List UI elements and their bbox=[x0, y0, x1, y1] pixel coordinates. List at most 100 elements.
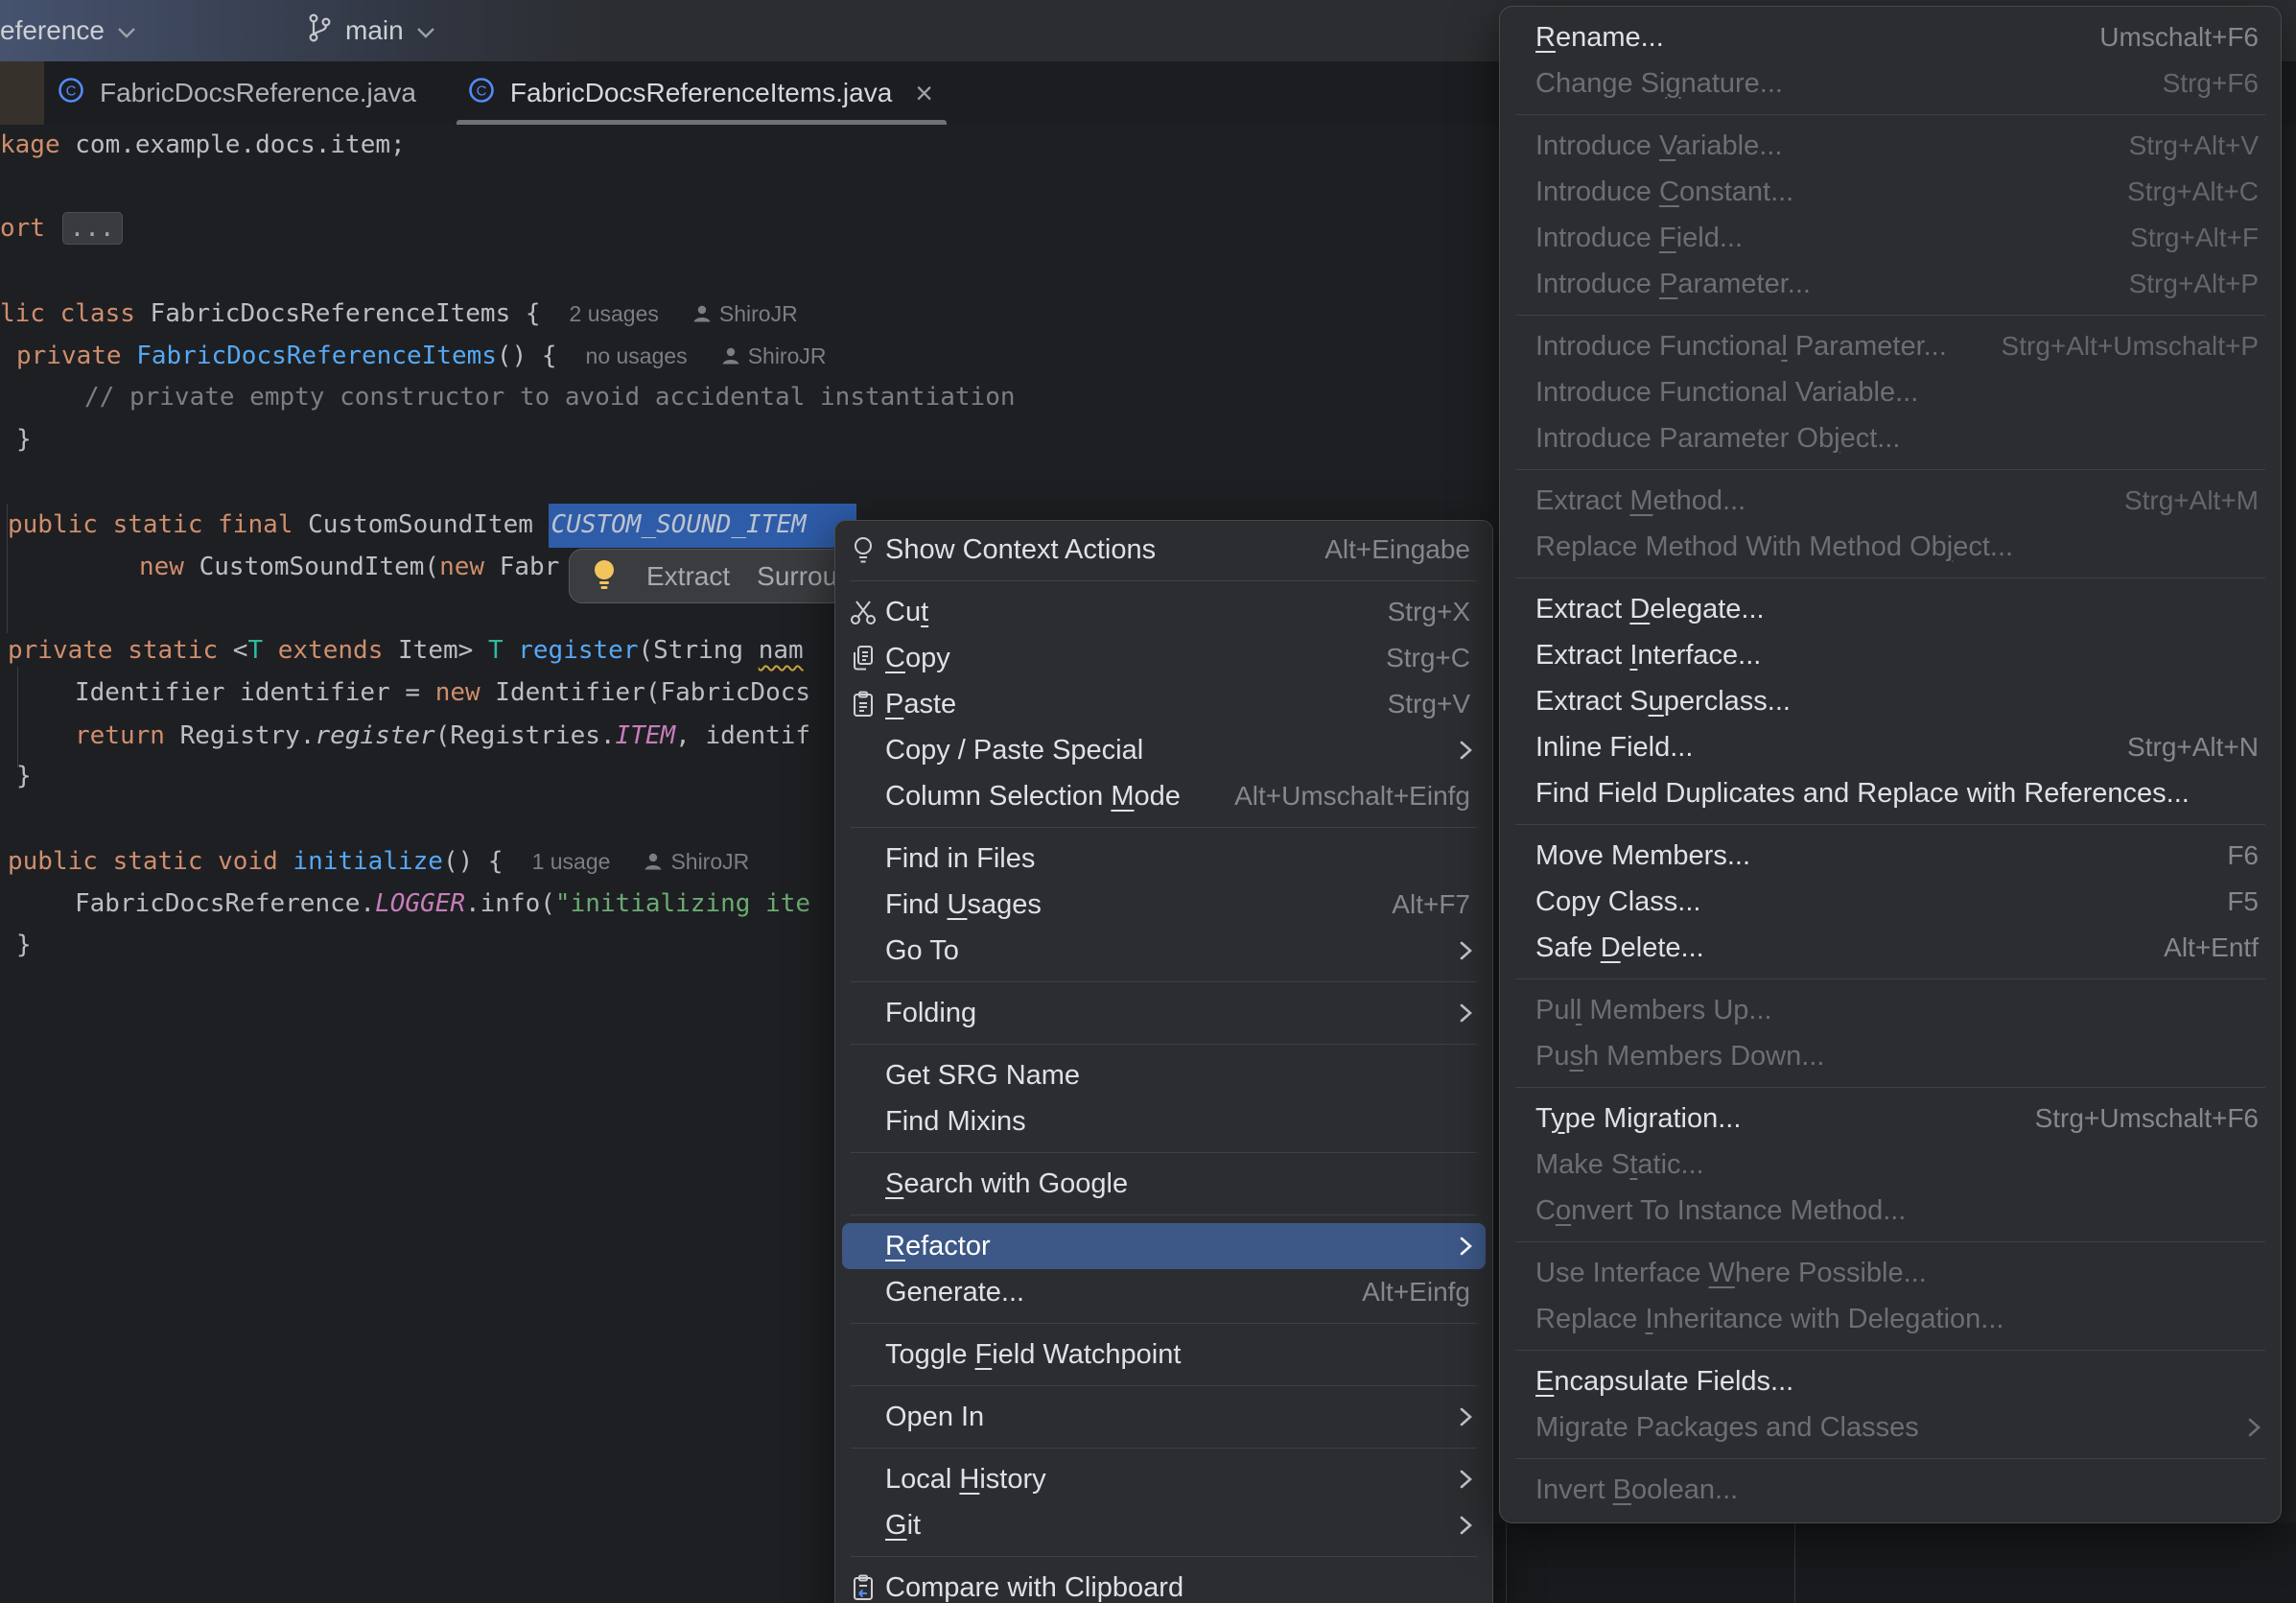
menu-item-copy[interactable]: CopyStrg+C bbox=[842, 635, 1486, 681]
code-token: new bbox=[435, 678, 480, 707]
menu-shortcut: Alt+Eingabe bbox=[1324, 534, 1486, 565]
menu-item-toggle-field-watchpoint[interactable]: Toggle Field Watchpoint bbox=[842, 1332, 1486, 1378]
code-line: } bbox=[16, 924, 32, 966]
menu-item-type-migration[interactable]: Type Migration...Strg+Umschalt+F6 bbox=[1507, 1096, 2274, 1142]
menu-item-introduce-functional-parameter[interactable]: Introduce Functional Parameter...Strg+Al… bbox=[1507, 323, 2274, 369]
menu-item-open-in[interactable]: Open In bbox=[842, 1394, 1486, 1440]
code-token: new bbox=[439, 553, 484, 581]
tab-fabricdocsreference-java[interactable]: CFabricDocsReference.java bbox=[44, 61, 455, 125]
menu-item-find-field-duplicates-and-replace-with-references[interactable]: Find Field Duplicates and Replace with R… bbox=[1507, 770, 2274, 816]
menu-item-invert-boolean[interactable]: Invert Boolean... bbox=[1507, 1467, 2274, 1513]
menu-item-encapsulate-fields[interactable]: Encapsulate Fields... bbox=[1507, 1358, 2274, 1404]
menu-item-move-members[interactable]: Move Members...F6 bbox=[1507, 833, 2274, 879]
menu-item-extract-superclass[interactable]: Extract Superclass... bbox=[1507, 678, 2274, 724]
menu-item-go-to[interactable]: Go To bbox=[842, 928, 1486, 974]
author-inlay-hint[interactable]: ShiroJR bbox=[720, 335, 827, 377]
menu-item-search-with-google[interactable]: Search with Google bbox=[842, 1161, 1486, 1207]
code-token: FabricDocsReferenceItems bbox=[122, 342, 497, 370]
menu-item-label: Introduce Functional Variable... bbox=[1507, 377, 1918, 409]
menu-item-copy-class[interactable]: Copy Class...F5 bbox=[1507, 879, 2274, 925]
menu-item-make-static[interactable]: Make Static... bbox=[1507, 1142, 2274, 1188]
menu-item-label: Compare with Clipboard bbox=[885, 1572, 1183, 1603]
menu-item-introduce-parameter-object[interactable]: Introduce Parameter Object... bbox=[1507, 415, 2274, 461]
menu-item-label: Find in Files bbox=[885, 843, 1035, 875]
author-inlay-hint[interactable]: ShiroJR bbox=[691, 293, 798, 335]
menu-item-extract-delegate[interactable]: Extract Delegate... bbox=[1507, 586, 2274, 632]
menu-item-use-interface-where-possible[interactable]: Use Interface Where Possible... bbox=[1507, 1250, 2274, 1296]
menu-item-copy-paste-special[interactable]: Copy / Paste Special bbox=[842, 727, 1486, 773]
tab-fabricdocsreferenceitems-java[interactable]: CFabricDocsReferenceItems.java× bbox=[455, 61, 949, 125]
menu-item-migrate-packages-and-classes[interactable]: Migrate Packages and Classes bbox=[1507, 1404, 2274, 1450]
menu-item-label: Copy bbox=[885, 643, 950, 674]
menu-item-find-usages[interactable]: Find UsagesAlt+F7 bbox=[842, 882, 1486, 928]
menu-item-paste[interactable]: PasteStrg+V bbox=[842, 681, 1486, 727]
author-name: ShiroJR bbox=[719, 293, 798, 335]
menu-item-pull-members-up[interactable]: Pull Members Up... bbox=[1507, 987, 2274, 1033]
menu-separator bbox=[851, 827, 1477, 828]
code-line: ort ... bbox=[0, 207, 123, 249]
menu-item-replace-method-with-method-object[interactable]: Replace Method With Method Object... bbox=[1507, 524, 2274, 570]
menu-item-label: Go To bbox=[885, 935, 959, 967]
git-branch-selector[interactable]: main bbox=[305, 0, 436, 61]
menu-item-label: Convert To Instance Method... bbox=[1507, 1195, 1906, 1227]
menu-item-introduce-variable[interactable]: Introduce Variable...Strg+Alt+V bbox=[1507, 123, 2274, 169]
menu-item-extract-interface[interactable]: Extract Interface... bbox=[1507, 632, 2274, 678]
menu-item-refactor[interactable]: Refactor bbox=[842, 1223, 1486, 1269]
menu-item-push-members-down[interactable]: Push Members Down... bbox=[1507, 1033, 2274, 1079]
menu-item-safe-delete[interactable]: Safe Delete... Alt+Entf bbox=[1507, 925, 2274, 971]
usages-inlay-hint[interactable]: no usages bbox=[586, 343, 688, 368]
menu-item-introduce-constant[interactable]: Introduce Constant...Strg+Alt+C bbox=[1507, 169, 2274, 215]
menu-item-local-history[interactable]: Local History bbox=[842, 1456, 1486, 1502]
project-selector[interactable]: eference bbox=[0, 0, 137, 61]
close-icon[interactable]: × bbox=[915, 78, 933, 108]
menu-item-inline-field[interactable]: Inline Field...Strg+Alt+N bbox=[1507, 724, 2274, 770]
menu-item-introduce-field[interactable]: Introduce Field...Strg+Alt+F bbox=[1507, 215, 2274, 261]
menu-item-get-srg-name[interactable]: Get SRG Name bbox=[842, 1052, 1486, 1098]
menu-item-compare-with-clipboard[interactable]: Compare with Clipboard bbox=[842, 1565, 1486, 1603]
menu-shortcut: Strg+Alt+V bbox=[2129, 130, 2274, 161]
menu-separator bbox=[1515, 114, 2265, 115]
menu-item-replace-inheritance-with-delegation[interactable]: Replace Inheritance with Delegation... bbox=[1507, 1296, 2274, 1342]
menu-item-label: Safe Delete... bbox=[1507, 932, 1704, 964]
menu-item-extract-method[interactable]: Extract Method...Strg+Alt+M bbox=[1507, 478, 2274, 524]
usages-inlay-hint[interactable]: 2 usages bbox=[570, 301, 659, 326]
menu-item-show-context-actions[interactable]: Show Context Actions Alt+Eingabe bbox=[842, 527, 1486, 573]
extract-button[interactable]: Extract bbox=[646, 561, 730, 592]
menu-separator bbox=[851, 1044, 1477, 1045]
menu-item-label: Local History bbox=[885, 1464, 1046, 1496]
menu-item-label: Extract Interface... bbox=[1507, 640, 1761, 672]
code-token: register bbox=[504, 636, 639, 665]
menu-item-folding[interactable]: Folding bbox=[842, 990, 1486, 1036]
menu-shortcut: Alt+Einfg bbox=[1362, 1277, 1486, 1308]
menu-item-git[interactable]: Git bbox=[842, 1502, 1486, 1548]
scissors-icon bbox=[842, 598, 885, 626]
code-token: private bbox=[16, 342, 122, 370]
menu-item-column-selection-mode[interactable]: Column Selection ModeAlt+Umschalt+Einfg bbox=[842, 773, 1486, 819]
menu-item-find-mixins[interactable]: Find Mixins bbox=[842, 1098, 1486, 1144]
usages-inlay-hint[interactable]: 1 usage bbox=[532, 849, 611, 874]
code-token: public static final bbox=[8, 510, 293, 539]
chevron-down-icon bbox=[415, 15, 436, 46]
menu-item-convert-to-instance-method[interactable]: Convert To Instance Method... bbox=[1507, 1188, 2274, 1234]
menu-item-label: Type Migration... bbox=[1507, 1103, 1741, 1135]
code-token: "initializing ite bbox=[555, 889, 810, 918]
folded-imports[interactable]: ... bbox=[62, 212, 123, 245]
code-line: Identifier identifier = new Identifier(F… bbox=[75, 672, 810, 714]
menu-item-generate[interactable]: Generate...Alt+Einfg bbox=[842, 1269, 1486, 1315]
intention-popup: Extract Surround bbox=[569, 549, 856, 603]
menu-item-introduce-functional-variable[interactable]: Introduce Functional Variable... bbox=[1507, 369, 2274, 415]
menu-shortcut: F5 bbox=[2227, 886, 2274, 917]
author-name: ShiroJR bbox=[748, 335, 827, 377]
menu-shortcut: Alt+Entf bbox=[2164, 932, 2274, 963]
menu-item-find-in-files[interactable]: Find in Files bbox=[842, 836, 1486, 882]
code-token: Item> bbox=[383, 636, 488, 665]
menu-item-label: Show Context Actions bbox=[885, 534, 1156, 566]
menu-item-cut[interactable]: CutStrg+X bbox=[842, 589, 1486, 635]
code-token: T bbox=[488, 636, 504, 665]
person-icon bbox=[691, 293, 713, 335]
menu-item-introduce-parameter[interactable]: Introduce Parameter...Strg+Alt+P bbox=[1507, 261, 2274, 307]
author-inlay-hint[interactable]: ShiroJR bbox=[643, 840, 749, 883]
menu-item-change-signature[interactable]: Change Signature...Strg+F6 bbox=[1507, 60, 2274, 106]
class-icon: C bbox=[56, 75, 86, 112]
menu-item-rename[interactable]: Rename...Umschalt+F6 bbox=[1507, 14, 2274, 60]
